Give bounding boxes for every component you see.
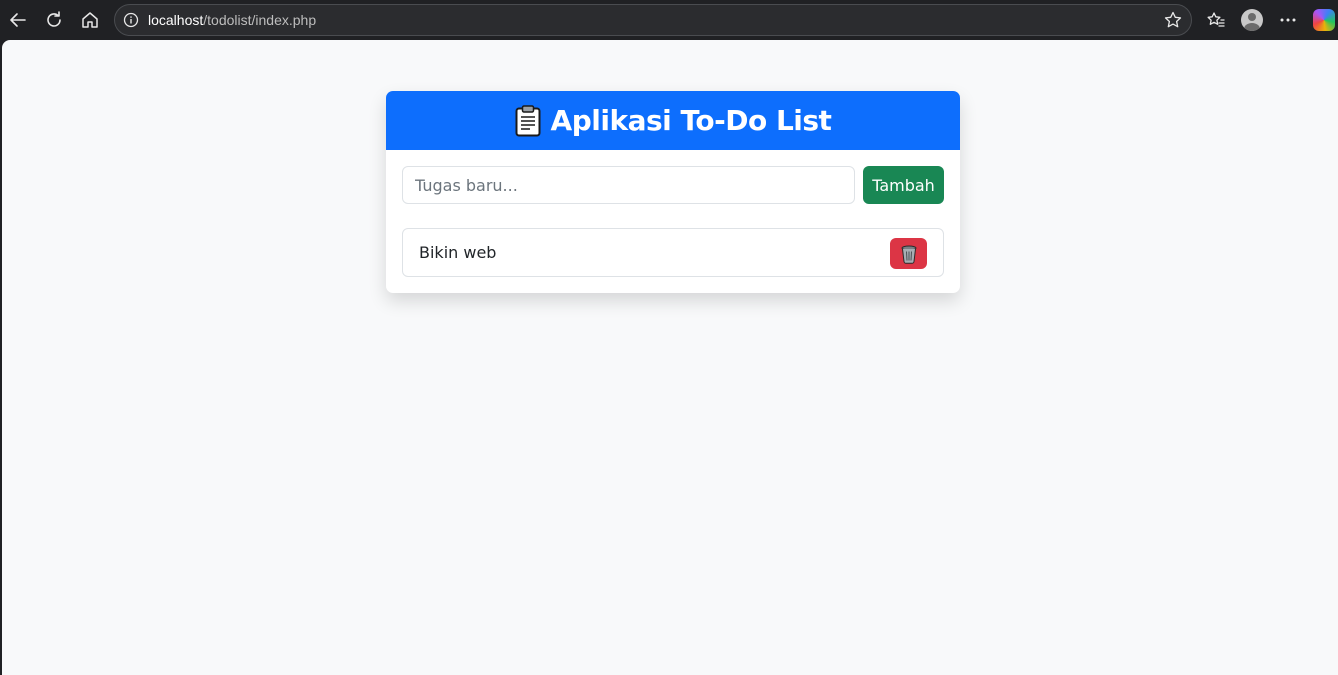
copilot-icon <box>1313 9 1335 31</box>
reload-button[interactable] <box>40 6 68 34</box>
card-header: Aplikasi To-Do List <box>386 91 960 150</box>
more-menu-button[interactable] <box>1274 6 1302 34</box>
list-item: Bikin web <box>402 228 944 277</box>
copilot-button[interactable] <box>1310 6 1338 34</box>
url-text: localhost/todolist/index.php <box>148 12 316 28</box>
task-text: Bikin web <box>419 243 497 262</box>
reload-icon <box>47 11 61 27</box>
back-arrow-icon <box>10 13 26 27</box>
url-path: /todolist/index.php <box>203 12 317 28</box>
favorite-star-icon[interactable] <box>1163 10 1183 30</box>
page-viewport: Aplikasi To-Do List Tambah Bikin web <box>2 40 1338 675</box>
url-host: localhost <box>148 12 204 28</box>
clipboard-icon <box>515 104 541 136</box>
favorites-icon <box>1207 12 1225 27</box>
back-button[interactable] <box>4 6 32 34</box>
home-button[interactable] <box>76 6 104 34</box>
trash-icon <box>901 245 916 264</box>
delete-task-button[interactable] <box>890 238 927 269</box>
address-bar[interactable]: localhost/todolist/index.php <box>114 4 1192 36</box>
todo-card: Aplikasi To-Do List Tambah Bikin web <box>386 91 960 293</box>
profile-button[interactable] <box>1238 6 1266 34</box>
task-list: Bikin web <box>402 228 944 277</box>
add-task-form: Tambah <box>402 166 944 204</box>
task-input[interactable] <box>402 166 855 204</box>
favorites-button[interactable] <box>1202 6 1230 34</box>
more-dots-icon <box>1280 18 1296 22</box>
home-icon <box>82 12 98 28</box>
add-task-button[interactable]: Tambah <box>863 166 944 204</box>
page-title: Aplikasi To-Do List <box>550 104 832 137</box>
info-icon[interactable] <box>123 12 139 28</box>
avatar <box>1241 9 1263 31</box>
browser-toolbar: localhost/todolist/index.php <box>0 0 1338 40</box>
